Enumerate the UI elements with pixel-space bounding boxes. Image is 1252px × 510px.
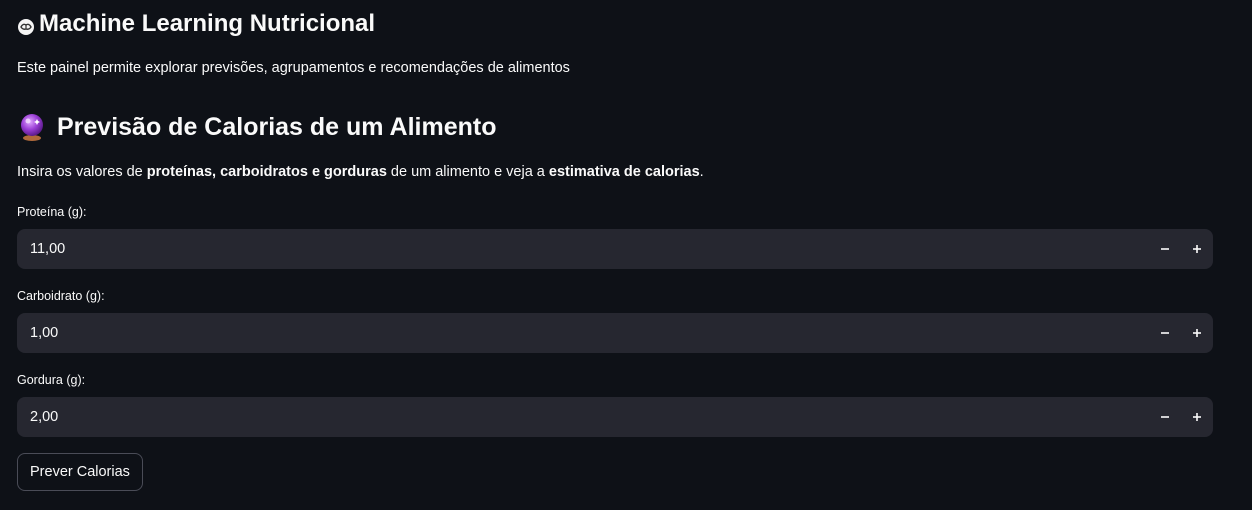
fat-decrement-button[interactable]: [1149, 397, 1181, 437]
carb-field[interactable]: [17, 324, 1149, 342]
crystal-ball-icon: [17, 112, 47, 142]
plus-icon: [1193, 245, 1201, 253]
minus-icon: [1161, 248, 1169, 250]
carb-increment-button[interactable]: [1181, 313, 1213, 353]
section-title: Previsão de Calorias de um Alimento: [17, 110, 497, 144]
plus-icon: [1193, 413, 1201, 421]
section-title-text: Previsão de Calorias de um Alimento: [57, 112, 497, 141]
predict-calories-button[interactable]: Prever Calorias: [17, 453, 143, 491]
desc-bold-macros: proteínas, carboidratos e gorduras: [146, 164, 387, 180]
protein-decrement-button[interactable]: [1149, 229, 1181, 269]
minus-icon: [1161, 332, 1169, 334]
page: Machine Learning Nutricional Este painel…: [0, 0, 1252, 510]
protein-increment-button[interactable]: [1181, 229, 1213, 269]
fat-increment-button[interactable]: [1181, 397, 1213, 437]
carb-label: Carboidrato (g):: [17, 289, 105, 303]
plus-icon: [1193, 329, 1201, 337]
protein-label: Proteína (g):: [17, 205, 87, 219]
fat-number-input: [17, 397, 1213, 437]
carb-number-input: [17, 313, 1213, 353]
intro-text: Este painel permite explorar previsões, …: [17, 60, 570, 76]
desc-prefix: Insira os valores de: [17, 164, 147, 180]
desc-middle: de um alimento e veja a: [386, 164, 549, 180]
page-title-text: Machine Learning Nutricional: [39, 10, 376, 37]
protein-field[interactable]: [17, 240, 1149, 258]
desc-bold-estimate: estimativa de calorias: [548, 164, 700, 180]
brain-icon: [17, 15, 35, 35]
fat-field[interactable]: [17, 408, 1149, 426]
protein-number-input: [17, 229, 1213, 269]
page-title: Machine Learning Nutricional: [17, 8, 375, 40]
carb-decrement-button[interactable]: [1149, 313, 1181, 353]
fat-label: Gordura (g):: [17, 373, 86, 387]
desc-suffix: .: [699, 164, 704, 180]
minus-icon: [1161, 416, 1169, 418]
section-description: Insira os valores de proteínas, carboidr…: [17, 164, 704, 180]
